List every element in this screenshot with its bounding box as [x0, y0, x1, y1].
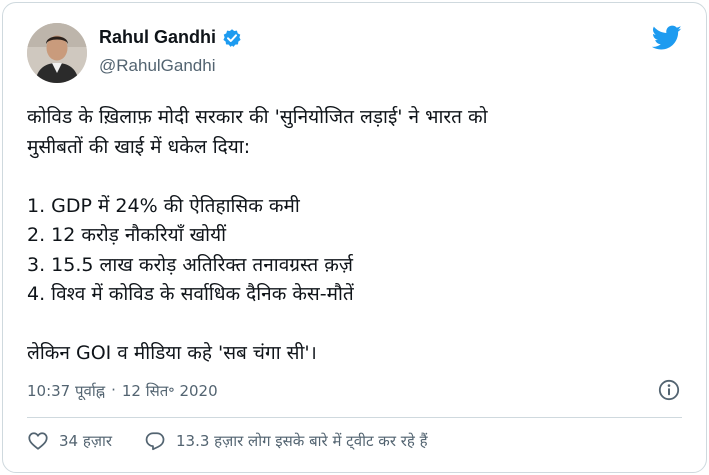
twitter-bird-icon[interactable] — [651, 25, 682, 51]
tweet-card[interactable]: Rahul Gandhi @RahulGandhi कोविड के ख़िला… — [2, 2, 707, 473]
author-handle[interactable]: @RahulGandhi — [99, 56, 216, 76]
tweet-line: 2. 12 करोड़ नौकरियाँ खोयीं — [27, 224, 227, 246]
author-display-name[interactable]: Rahul Gandhi — [99, 27, 216, 48]
author-name-row[interactable]: Rahul Gandhi — [99, 27, 242, 48]
tweet-text: कोविड के ख़िलाफ़ मोदी सरकार की 'सुनियोजि… — [27, 103, 687, 369]
tweet-time[interactable]: 10:37 पूर्वाह्न — [27, 381, 105, 401]
heart-icon[interactable] — [27, 430, 49, 452]
tweet-actions: 34 हज़ार 13.3 हज़ार लोग इसके बारे में ट्… — [27, 430, 428, 452]
tweet-timestamp[interactable]: 10:37 पूर्वाह्न · 12 सित॰ 2020 — [27, 381, 218, 401]
like-button[interactable]: 34 हज़ार — [27, 430, 112, 452]
verified-badge-icon — [222, 28, 242, 48]
tweet-line: 4. विश्व में कोविड के सर्वाधिक दैनिक केस… — [27, 283, 354, 305]
tweet-date[interactable]: 12 सित॰ 2020 — [122, 381, 218, 401]
tweet-line: लेकिन GOI व मीडिया कहे 'सब चंगा सी'। — [27, 342, 317, 364]
divider — [27, 417, 682, 418]
meta-separator: · — [111, 381, 116, 399]
info-icon[interactable] — [658, 379, 680, 401]
reply-bubble-icon[interactable] — [144, 430, 166, 452]
discussion-link[interactable]: 13.3 हज़ार लोग इसके बारे में ट्वीट कर रह… — [144, 430, 428, 452]
tweet-line: मुसीबतों की खाई में धकेल दिया: — [27, 135, 251, 158]
like-count[interactable]: 34 हज़ार — [59, 431, 112, 451]
discussion-text[interactable]: 13.3 हज़ार लोग इसके बारे में ट्वीट कर रह… — [176, 431, 428, 451]
avatar[interactable] — [27, 23, 87, 83]
tweet-line: 3. 15.5 लाख करोड़ अतिरिक्त तनावग्रस्त क़… — [27, 253, 353, 276]
tweet-line: 1. GDP में 24% की ऐतिहासिक कमी — [27, 194, 300, 217]
tweet-line: कोविड के ख़िलाफ़ मोदी सरकार की 'सुनियोजि… — [27, 106, 488, 128]
